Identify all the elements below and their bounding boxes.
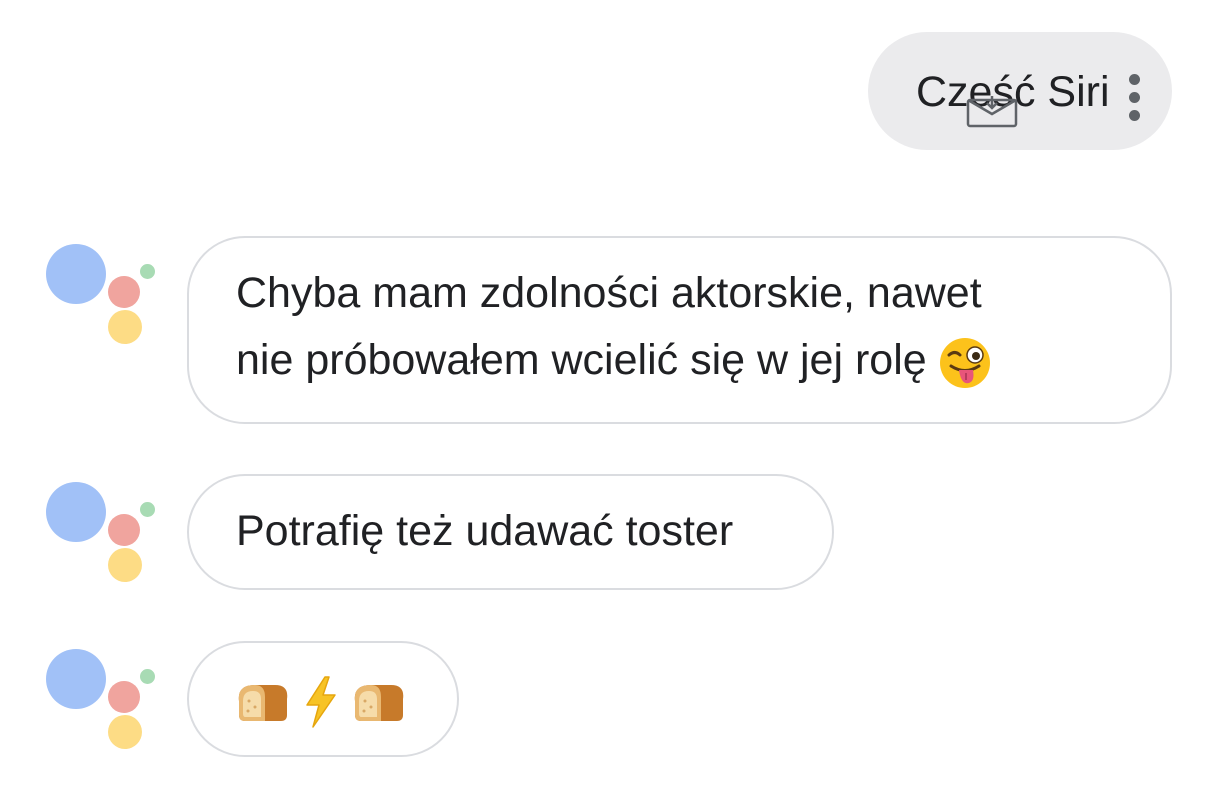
- user-message-bubble: Cześć Siri: [868, 32, 1172, 150]
- assistant-message-bubble: Chyba mam zdolności aktorskie, nawet nie…: [187, 236, 1172, 424]
- message-line: nie próbowałem wcielić się w jej rolę: [236, 336, 927, 384]
- assistant-message-bubble: Potrafię też udawać toster: [187, 474, 834, 590]
- more-options-icon[interactable]: [1126, 74, 1142, 122]
- assistant-logo-icon: [44, 482, 160, 586]
- assistant-message-text: Potrafię też udawać toster: [236, 507, 734, 555]
- assistant-message-bubble: [187, 641, 459, 757]
- assistant-logo-icon: [44, 649, 160, 753]
- share-icon[interactable]: [966, 96, 1020, 128]
- assistant-logo-icon: [44, 244, 160, 348]
- assistant-message-text: Chyba mam zdolności aktorskie, nawet nie…: [236, 260, 991, 394]
- winking-face-with-tongue-icon: [939, 337, 990, 388]
- high-voltage-icon: [306, 676, 336, 728]
- emoji-sequence: [235, 675, 407, 729]
- message-line-with-emoji: nie próbowałem wcielić się w jej rolę: [236, 327, 991, 394]
- bread-icon: [354, 685, 404, 721]
- bread-icon: [238, 685, 288, 721]
- message-line: Chyba mam zdolności aktorskie, nawet: [236, 269, 982, 317]
